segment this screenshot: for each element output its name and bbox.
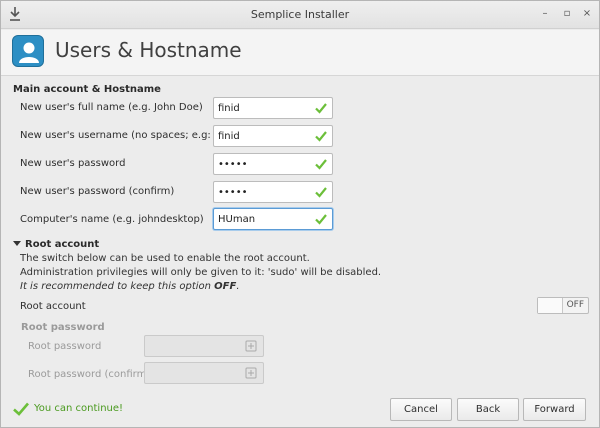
- root-password-label: Root password: [28, 341, 102, 352]
- password-confirm-input[interactable]: [214, 182, 314, 202]
- root-password-field: [144, 335, 264, 357]
- root-section-header[interactable]: Root account: [13, 239, 99, 250]
- page-title: Users & Hostname: [55, 38, 242, 62]
- page-header: Users & Hostname: [1, 30, 599, 76]
- expander-arrow-icon: [13, 241, 21, 246]
- password-confirm-label: New user's password (confirm): [20, 186, 175, 197]
- check-icon: [315, 131, 327, 142]
- check-icon: [315, 103, 327, 114]
- toggle-knob[interactable]: [538, 298, 563, 313]
- check-icon: [315, 187, 327, 198]
- hostname-label: Computer's name (e.g. johndesktop): [20, 214, 204, 225]
- reveal-password-icon: [245, 367, 257, 379]
- password-label: New user's password: [20, 158, 126, 169]
- check-icon: [315, 159, 327, 170]
- fullname-field[interactable]: [213, 97, 333, 119]
- user-icon: [12, 35, 44, 67]
- root-password-confirm-label: Root password (confirm): [28, 369, 151, 380]
- root-desc-1: The switch below can be used to enable t…: [20, 253, 310, 264]
- root-account-toggle[interactable]: OFF: [537, 297, 589, 314]
- root-desc-2: Administration privilegies will only be …: [20, 267, 382, 278]
- root-desc-3: It is recommended to keep this option OF…: [20, 281, 240, 292]
- hostname-field[interactable]: [213, 208, 333, 230]
- root-desc-3-emph: OFF: [214, 281, 237, 292]
- reveal-password-icon: [245, 340, 257, 352]
- root-account-label: Root account: [20, 301, 86, 312]
- window-title: Semplice Installer: [250, 8, 350, 21]
- root-password-input: [145, 336, 240, 356]
- check-icon: [315, 214, 327, 225]
- titlebar: Semplice Installer – ▫ ×: [1, 1, 599, 29]
- back-button[interactable]: Back: [457, 398, 519, 421]
- fullname-label: New user's full name (e.g. John Doe): [20, 102, 203, 113]
- hostname-input[interactable]: [214, 209, 314, 229]
- root-desc-3-suffix: .: [236, 281, 240, 292]
- maximize-button[interactable]: ▫: [561, 8, 573, 20]
- username-field[interactable]: [213, 125, 333, 147]
- root-password-title: Root password: [21, 322, 105, 333]
- success-check-icon: [13, 402, 29, 416]
- toggle-state: OFF: [566, 300, 584, 310]
- root-desc-3-text: It is recommended to keep this option: [20, 281, 215, 292]
- status-indicator: You can continue!: [13, 402, 123, 419]
- close-button[interactable]: ×: [581, 8, 593, 20]
- forward-button[interactable]: Forward: [523, 398, 586, 421]
- cancel-button[interactable]: Cancel: [390, 398, 452, 421]
- password-confirm-field[interactable]: [213, 181, 333, 203]
- installer-window: Semplice Installer – ▫ × Users & Hostnam…: [0, 0, 600, 428]
- root-section-title: Root account: [25, 239, 100, 250]
- password-field[interactable]: [213, 153, 333, 175]
- username-input[interactable]: [214, 126, 314, 146]
- username-label: New user's username (no spaces; e.g: joh…: [20, 130, 240, 141]
- fullname-input[interactable]: [214, 98, 314, 118]
- minimize-button[interactable]: –: [539, 8, 551, 20]
- status-text: You can continue!: [34, 403, 124, 414]
- root-password-confirm-input: [145, 363, 240, 383]
- main-section-title: Main account & Hostname: [13, 84, 161, 95]
- root-password-confirm-field: [144, 362, 264, 384]
- password-input[interactable]: [214, 154, 314, 174]
